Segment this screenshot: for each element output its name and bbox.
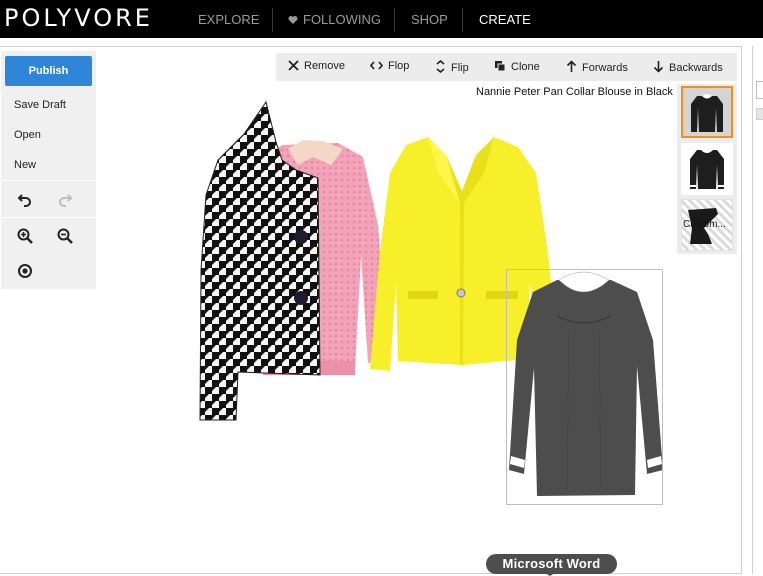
flop-label: Flop bbox=[388, 60, 410, 72]
variant-thumb[interactable] bbox=[681, 143, 733, 195]
publish-button[interactable]: Publish bbox=[5, 56, 92, 86]
remove-label: Remove bbox=[304, 60, 345, 72]
black-blouse-item[interactable] bbox=[506, 269, 663, 505]
zoom-out-icon[interactable] bbox=[57, 228, 73, 244]
center-icon[interactable] bbox=[17, 263, 33, 279]
zoom-in-icon[interactable] bbox=[17, 228, 33, 244]
arrow-up-icon bbox=[566, 60, 577, 72]
flip-label: Flip bbox=[451, 62, 469, 74]
heart-icon bbox=[288, 16, 298, 24]
search-field-edge[interactable] bbox=[756, 81, 763, 99]
toolbar-divider bbox=[1, 217, 96, 218]
nav-create[interactable]: CREATE bbox=[479, 12, 531, 27]
houndstooth-coat-image bbox=[199, 100, 321, 421]
panel-button-edge[interactable] bbox=[756, 108, 763, 120]
clone-icon bbox=[495, 61, 506, 72]
clone-label: Clone bbox=[511, 61, 540, 73]
backwards-button[interactable]: Backwards bbox=[653, 60, 723, 74]
backwards-label: Backwards bbox=[669, 62, 723, 74]
redo-icon[interactable] bbox=[57, 191, 73, 207]
arrow-down-icon bbox=[653, 61, 664, 73]
close-icon bbox=[288, 60, 299, 71]
flip-button[interactable]: Flip bbox=[435, 59, 469, 74]
nav-divider bbox=[462, 8, 463, 32]
nav-explore[interactable]: EXPLORE bbox=[198, 12, 259, 27]
polyvore-logo[interactable]: POLYVORE bbox=[4, 4, 153, 32]
forwards-label: Forwards bbox=[582, 62, 628, 74]
polyvore-editor: POLYVORE EXPLORE FOLLOWING SHOP CREATE P… bbox=[0, 0, 763, 576]
flop-icon bbox=[369, 61, 384, 70]
black-blouse-image bbox=[509, 271, 662, 496]
houndstooth-coat-item[interactable] bbox=[198, 100, 323, 422]
flop-button[interactable]: Flop bbox=[369, 60, 410, 72]
blouse-thumbnail bbox=[683, 88, 731, 136]
nav-shop[interactable]: SHOP bbox=[411, 12, 448, 27]
right-panel-edge bbox=[752, 46, 763, 574]
forwards-button[interactable]: Forwards bbox=[566, 60, 628, 74]
flip-icon bbox=[436, 59, 445, 74]
top-navigation: POLYVORE EXPLORE FOLLOWING SHOP CREATE bbox=[0, 0, 763, 38]
nav-divider bbox=[272, 8, 273, 32]
save-draft-button[interactable]: Save Draft bbox=[14, 99, 66, 111]
remove-button[interactable]: Remove bbox=[288, 60, 345, 72]
selected-item-title: Nannie Peter Pan Collar Blouse in Black bbox=[476, 86, 673, 98]
nav-divider bbox=[394, 8, 395, 32]
dock-tooltip: Microsoft Word bbox=[486, 554, 617, 574]
undo-icon[interactable] bbox=[17, 191, 33, 207]
nav-following[interactable]: FOLLOWING bbox=[288, 12, 381, 27]
blouse-thumbnail bbox=[690, 148, 724, 189]
open-button[interactable]: Open bbox=[14, 129, 41, 141]
nav-following-label: FOLLOWING bbox=[303, 12, 382, 27]
toolbar-divider bbox=[1, 180, 96, 181]
new-button[interactable]: New bbox=[14, 159, 36, 171]
custom-variant-label: Custom... bbox=[683, 219, 726, 230]
clone-button[interactable]: Clone bbox=[494, 60, 540, 73]
variant-thumb-selected[interactable] bbox=[681, 86, 733, 138]
